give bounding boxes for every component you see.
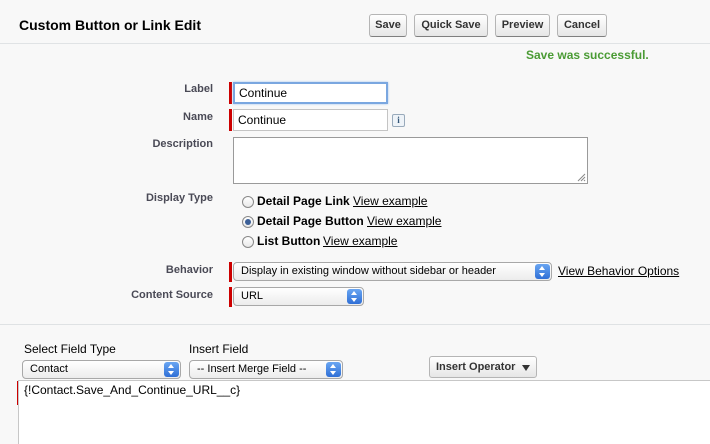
radio-detail-page-button[interactable] <box>242 216 254 228</box>
select-arrows-icon <box>326 362 341 377</box>
view-example-link[interactable]: View example <box>367 214 441 228</box>
radio-label-detail-page-link: Detail Page Link <box>257 194 350 208</box>
section-divider <box>0 324 710 325</box>
preview-button[interactable]: Preview <box>495 14 550 37</box>
select-field-type-label: Select Field Type <box>24 342 116 356</box>
formula-editor[interactable]: {!Contact.Save_And_Continue_URL__c} <box>18 380 710 444</box>
select-arrows-icon <box>535 264 550 279</box>
name-field-label: Name <box>183 111 213 123</box>
content-source-select[interactable]: URL <box>233 287 364 306</box>
insert-field-select[interactable]: -- Insert Merge Field -- <box>189 360 343 379</box>
description-field-label: Description <box>152 138 213 150</box>
page: Custom Button or Link Edit Save Quick Sa… <box>0 0 710 444</box>
content-source-select-value: URL <box>241 290 264 302</box>
quick-save-button[interactable]: Quick Save <box>414 14 488 37</box>
caret-down-icon <box>522 365 530 371</box>
view-behavior-options-link[interactable]: View Behavior Options <box>558 264 679 278</box>
info-icon[interactable]: i <box>392 114 405 127</box>
behavior-select[interactable]: Display in existing window without sideb… <box>233 262 552 281</box>
cancel-button[interactable]: Cancel <box>557 14 607 37</box>
formula-text: {!Contact.Save_And_Continue_URL__c} <box>24 383 241 397</box>
content-source-field-label: Content Source <box>131 289 213 301</box>
radio-label-detail-page-button: Detail Page Button <box>257 214 364 228</box>
behavior-select-value: Display in existing window without sideb… <box>241 265 496 277</box>
required-indicator <box>229 82 232 104</box>
radio-label-list-button: List Button <box>257 234 321 248</box>
radio-list-button[interactable] <box>242 236 254 248</box>
radio-detail-page-link[interactable] <box>242 196 254 208</box>
resize-grip-icon[interactable] <box>577 173 586 182</box>
label-field-label: Label <box>184 83 213 95</box>
select-arrows-icon <box>164 362 179 377</box>
insert-operator-label: Insert Operator <box>436 361 516 373</box>
view-example-link[interactable]: View example <box>323 234 397 248</box>
description-textarea[interactable] <box>233 137 588 184</box>
field-type-select[interactable]: Contact <box>22 360 181 379</box>
required-indicator <box>229 109 232 131</box>
page-title: Custom Button or Link Edit <box>19 17 201 33</box>
view-example-link[interactable]: View example <box>353 194 427 208</box>
status-message: Save was successful. <box>526 48 649 62</box>
field-type-select-value: Contact <box>30 363 68 375</box>
required-indicator <box>229 262 232 282</box>
save-button[interactable]: Save <box>369 14 407 37</box>
name-input[interactable]: Continue <box>233 109 388 131</box>
insert-field-label: Insert Field <box>189 342 249 356</box>
insert-field-select-value: -- Insert Merge Field -- <box>197 363 307 375</box>
required-indicator <box>229 287 232 307</box>
behavior-field-label: Behavior <box>165 264 213 276</box>
page-header: Custom Button or Link Edit Save Quick Sa… <box>0 0 710 44</box>
display-type-field-label: Display Type <box>145 192 213 204</box>
label-input[interactable]: Continue <box>233 82 388 104</box>
select-arrows-icon <box>347 289 362 304</box>
insert-operator-button[interactable]: Insert Operator <box>429 356 537 378</box>
